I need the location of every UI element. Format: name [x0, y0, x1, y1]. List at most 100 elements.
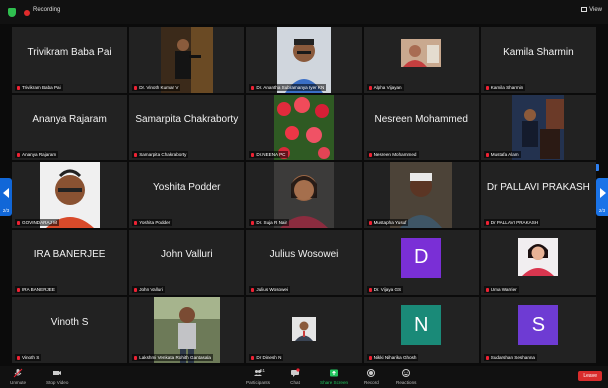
- muted-mic-icon: [17, 355, 20, 360]
- share-screen-button[interactable]: Share Screen: [320, 368, 348, 385]
- participant-tile[interactable]: D Dr. Vijaya GS: [363, 229, 479, 296]
- muted-mic-icon: [368, 220, 372, 225]
- video-icon: [46, 368, 68, 379]
- muted-mic-icon: [134, 85, 138, 90]
- participant-display-name: Samarpita Chakraborty: [135, 114, 239, 126]
- leave-button[interactable]: Leave: [578, 371, 602, 381]
- participant-video: [401, 39, 442, 67]
- participant-display-name: Vinoth S: [50, 317, 89, 329]
- participant-tile[interactable]: GOVINDARAJ M: [12, 162, 128, 228]
- participant-tile[interactable]: Dr. Vinoth Kumar V: [129, 27, 245, 93]
- muted-mic-icon: [134, 220, 138, 225]
- participant-tile[interactable]: Lakshmi Venkata Rohith Gantasala: [129, 297, 245, 363]
- participant-name: IRA BANERJEE: [22, 287, 55, 293]
- participant-name: Dr. Vijaya GS: [373, 287, 402, 293]
- page-indicator-right: 2/3: [598, 208, 606, 213]
- page-indicator-left: 2/3: [2, 208, 10, 213]
- participant-tile[interactable]: Mustapha Yusuf: [363, 162, 479, 228]
- participant-tile[interactable]: Kamila Sharmin Kamila Sharmin: [480, 27, 596, 93]
- participant-tile[interactable]: Nesreen Mohammed Nesreen Mohammed: [363, 94, 479, 161]
- previous-page-button[interactable]: 2/3: [0, 178, 12, 216]
- participant-name: Samarpita Chakraborty: [139, 152, 187, 158]
- participant-name-label: Dr Dinesh N: [249, 353, 284, 361]
- participant-name-label: Kamila Sharmin: [483, 83, 526, 91]
- participant-tile[interactable]: Alpha Vijayan: [363, 27, 479, 93]
- participants-count: 51: [260, 368, 266, 373]
- participant-tile[interactable]: N Nikki Niharika Ghosh: [363, 297, 479, 363]
- participant-name: Kamila Sharmin: [490, 84, 524, 90]
- participant-name: Dr.NEENA PC: [256, 152, 286, 158]
- participant-name-label: Nikki Niharika Ghosh: [366, 353, 419, 361]
- muted-mic-icon: [485, 355, 489, 360]
- participant-tile[interactable]: Dr PALLAVI PRAKASH Dr PALLAVI PRAKASH: [480, 162, 596, 228]
- participant-tile[interactable]: IRA BANERJEE IRA BANERJEE: [12, 229, 128, 296]
- participant-name: Dr. Suja R Nair: [256, 219, 288, 225]
- mic-button[interactable]: Unmute: [10, 368, 26, 385]
- next-page-button[interactable]: 2/3: [596, 178, 608, 216]
- participant-name-label: Mustafa Alam: [483, 151, 521, 159]
- participant-avatar: S: [518, 305, 559, 346]
- participant-name-label: Dr. Suja R Nair: [249, 218, 290, 226]
- muted-mic-icon: [251, 220, 255, 225]
- participant-avatar: D: [401, 237, 442, 278]
- participant-tile[interactable]: Uma Warrier: [480, 229, 596, 296]
- meeting-controls-bar: Leave Unmute Stop Video 51 Participants Chat…: [0, 366, 608, 388]
- participant-name: Ananya Rajaram: [22, 152, 57, 158]
- control-label: Unmute: [10, 380, 27, 385]
- muted-mic-icon: [485, 85, 489, 90]
- shield-icon[interactable]: [8, 8, 16, 17]
- participant-tile[interactable]: Dr. Anantha Subramanya Iyer KN: [246, 27, 362, 93]
- participant-tile[interactable]: Ananya Rajaram Ananya Rajaram: [12, 94, 128, 161]
- participant-tile[interactable]: Yoshita Podder Yoshita Podder: [129, 162, 245, 228]
- participant-name: Sudarshan Seshanna: [490, 354, 535, 360]
- video-button[interactable]: Stop Video: [46, 368, 68, 385]
- participant-name-label: John Valluri: [132, 286, 165, 294]
- participant-tile[interactable]: S Sudarshan Seshanna: [480, 297, 596, 363]
- participant-tile[interactable]: Samarpita Chakraborty Samarpita Chakrabor…: [129, 94, 245, 161]
- participant-name: GOVINDARAJ M: [22, 219, 57, 225]
- record-button[interactable]: Record: [364, 368, 379, 385]
- chat-button[interactable]: Chat: [290, 368, 300, 385]
- muted-mic-icon: [17, 85, 20, 90]
- participant-name-label: Julius Wosowei: [249, 286, 290, 294]
- participant-name: Julius Wosowei: [256, 287, 288, 293]
- participant-tile[interactable]: Trivikram Baba Pai Trivikram Baba Pai: [12, 27, 128, 93]
- muted-mic-icon: [485, 220, 489, 225]
- muted-mic-icon: [368, 153, 372, 158]
- participant-tile[interactable]: Dr Dinesh N: [246, 297, 362, 363]
- participant-display-name: Trivikram Baba Pai: [27, 46, 112, 58]
- participant-name-label: Lakshmi Venkata Rohith Gantasala: [132, 353, 213, 361]
- participant-display-name: John Valluri: [161, 249, 213, 261]
- participant-name: Dr PALLAVI PRAKASH: [490, 219, 539, 225]
- participant-name-label: Dr. Anantha Subramanya Iyer KN: [249, 83, 327, 91]
- participant-tile[interactable]: Dr. Suja R Nair: [246, 162, 362, 228]
- participant-name: Nesreen Mohammed: [373, 152, 417, 158]
- chat-icon: [290, 368, 300, 379]
- participant-name: Alpha Vijayan: [373, 84, 402, 90]
- participant-tile[interactable]: Vinoth S Vinoth S: [12, 297, 128, 363]
- participant-display-name: Ananya Rajaram: [32, 114, 107, 126]
- participant-name: John Valluri: [139, 287, 163, 293]
- participant-avatar: N: [401, 305, 442, 346]
- participant-name-label: Samarpita Chakraborty: [132, 151, 189, 159]
- participant-name-label: Dr.NEENA PC: [249, 151, 288, 159]
- participant-tile[interactable]: Dr.NEENA PC: [246, 94, 362, 161]
- participant-display-name: Julius Wosowei: [269, 249, 339, 261]
- participant-name-label: Nesreen Mohammed: [366, 151, 419, 159]
- participants-icon: [246, 368, 270, 379]
- view-button[interactable]: View: [581, 7, 602, 13]
- participant-name-label: Trivikram Baba Pai: [15, 83, 63, 91]
- participant-tile[interactable]: Julius Wosowei Julius Wosowei: [246, 229, 362, 296]
- participant-tile[interactable]: Mustafa Alam: [480, 94, 596, 161]
- muted-mic-icon: [17, 288, 20, 293]
- chevron-right-icon: [600, 188, 606, 198]
- recording-dot-icon: [24, 10, 30, 16]
- participants-button[interactable]: 51 Participants: [246, 368, 270, 385]
- muted-mic-icon: [251, 85, 255, 90]
- grid-view-icon: [581, 7, 588, 12]
- muted-mic-icon: [485, 153, 489, 158]
- participant-tile[interactable]: John Valluri John Valluri: [129, 229, 245, 296]
- reactions-button[interactable]: Reactions: [396, 368, 416, 385]
- participant-display-name: IRA BANERJEE: [33, 249, 106, 261]
- muted-mic-icon: [485, 288, 489, 293]
